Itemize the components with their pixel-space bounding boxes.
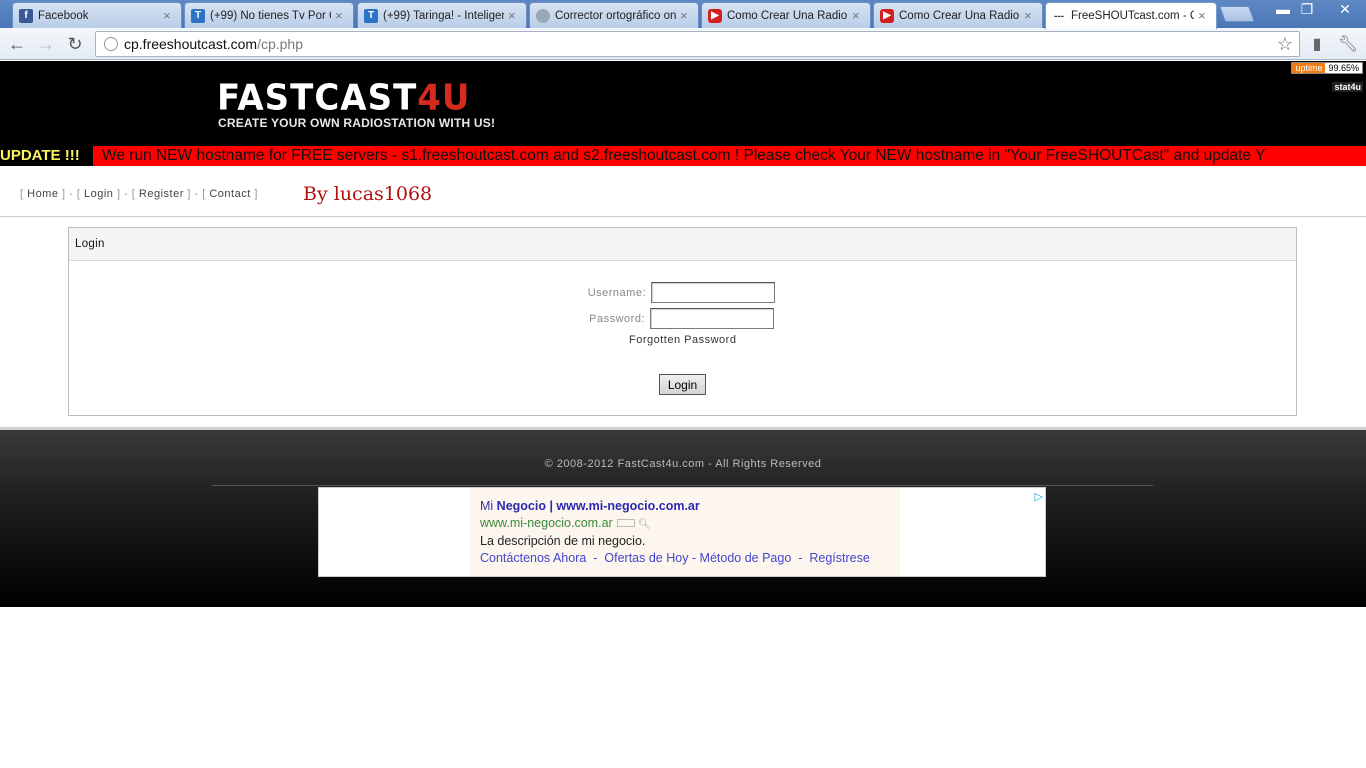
- nav-contact-link[interactable]: Contact: [209, 188, 250, 200]
- nav-home-link[interactable]: Home: [27, 188, 58, 200]
- bookmark-star-icon[interactable]: ☆: [1277, 34, 1293, 55]
- login-panel-title: Login: [69, 228, 1296, 261]
- uptime-value: 99.65%: [1328, 63, 1359, 73]
- youtube-icon: ▶: [880, 8, 894, 23]
- ad-title-plain: Mi: [480, 499, 497, 513]
- tab-facebook[interactable]: f Facebook ×: [12, 2, 182, 28]
- ticker-message: We run NEW hostname for FREE servers - s…: [93, 146, 1366, 166]
- youtube-icon: ▶: [708, 8, 722, 23]
- site-tagline: CREATE YOUR OWN RADIOSTATION WITH US!: [218, 116, 496, 130]
- close-icon[interactable]: ×: [163, 9, 175, 22]
- author-byline: By lucas1068: [303, 183, 433, 205]
- taringa-icon: T: [191, 8, 205, 23]
- uptime-label: uptime: [1292, 63, 1326, 73]
- ticker-label: UPDATE !!!: [0, 146, 93, 166]
- web-page: FASTCAST4U CREATE YOUR OWN RADIOSTATION …: [0, 61, 1366, 768]
- tab-freeshoutcast[interactable]: --- FreeSHOUTcast.com - Co ×: [1045, 2, 1217, 29]
- ad-title-link[interactable]: Mi Negocio | www.mi-negocio.com.ar: [480, 498, 900, 515]
- tab-title: Como Crear Una Radio On: [727, 9, 848, 22]
- login-panel: Login Username: Password: Forgotten Pass…: [68, 227, 1297, 416]
- reload-icon[interactable]: ↻: [64, 33, 86, 55]
- site-footer: © 2008-2012 FastCast4u.com - All Rights …: [0, 427, 1366, 607]
- site-logo[interactable]: FASTCAST4U: [217, 77, 471, 119]
- close-icon[interactable]: ×: [852, 9, 864, 22]
- tab-title: Corrector ortográfico onli: [555, 9, 676, 22]
- tab-title: Facebook: [38, 9, 89, 22]
- back-arrow-icon[interactable]: ←: [6, 33, 28, 55]
- tab-corrector[interactable]: Corrector ortográfico onli ×: [529, 2, 699, 28]
- tab-title: FreeSHOUTcast.com - Co: [1071, 10, 1194, 22]
- forgotten-password-link[interactable]: Forgotten Password: [629, 334, 736, 346]
- ad-description: La descripción de mi negocio.: [480, 534, 646, 548]
- tab-title: (+99) Taringa! - Inteligen: [383, 9, 504, 22]
- minimize-icon[interactable]: ▬: [1270, 0, 1296, 18]
- new-tab-button[interactable]: [1219, 6, 1255, 22]
- window-close-icon[interactable]: ✕: [1330, 0, 1360, 18]
- signal-bars-icon[interactable]: ▮: [1307, 34, 1327, 54]
- news-ticker: UPDATE !!! We run NEW hostname for FREE …: [0, 146, 1366, 166]
- ad-title-bold: Negocio | www.mi-negocio.com.ar: [496, 499, 700, 513]
- ad-url-text: www.mi-negocio.com.ar: [480, 515, 613, 530]
- divider: [0, 216, 1366, 217]
- logo-text: FASTCAST: [217, 77, 418, 119]
- uptime-badge[interactable]: uptime 99.65%: [1291, 62, 1363, 74]
- browser-toolbar: ← → ↻ cp.freeshoutcast.com/cp.php ☆ ▮ 🔧︎: [0, 28, 1366, 60]
- nav-login-link[interactable]: Login: [84, 188, 113, 200]
- username-input[interactable]: [651, 282, 775, 303]
- facebook-icon: f: [19, 8, 33, 23]
- tab-youtube-2[interactable]: ▶ Como Crear Una Radio On ×: [873, 2, 1043, 28]
- footer-divider: [212, 485, 1153, 486]
- dash-icon: ---: [1054, 10, 1064, 22]
- tab-title: Como Crear Una Radio On: [899, 9, 1020, 22]
- address-bar[interactable]: cp.freeshoutcast.com/cp.php ☆: [95, 31, 1300, 57]
- url-host: cp.freeshoutcast.com: [124, 36, 258, 52]
- password-input[interactable]: [650, 308, 774, 329]
- wrench-icon[interactable]: 🔧︎: [1338, 34, 1358, 54]
- adchoices-icon[interactable]: ▷: [1035, 490, 1043, 503]
- close-icon[interactable]: ×: [680, 9, 692, 22]
- tab-youtube-1[interactable]: ▶ Como Crear Una Radio On ×: [701, 2, 871, 28]
- login-button[interactable]: Login: [659, 374, 706, 395]
- logo-accent: 4U: [417, 77, 471, 119]
- password-label: Password:: [589, 313, 645, 325]
- page-icon: [104, 37, 118, 51]
- ad-preview-icon[interactable]: [616, 519, 635, 528]
- ad-banner[interactable]: Mi Negocio | www.mi-negocio.com.ar www.m…: [318, 487, 1046, 577]
- ad-sitelinks[interactable]: Contáctenos Ahora - Ofertas de Hoy - Mét…: [480, 550, 900, 567]
- close-icon[interactable]: ×: [1024, 9, 1036, 22]
- site-header: FASTCAST4U CREATE YOUR OWN RADIOSTATION …: [0, 61, 1366, 146]
- tab-taringa-1[interactable]: T (+99) No tienes Tv Por Ca ×: [184, 2, 354, 28]
- tab-strip: f Facebook × T (+99) No tienes Tv Por Ca…: [0, 0, 1366, 29]
- restore-icon[interactable]: ❐: [1294, 0, 1320, 18]
- forward-arrow-icon[interactable]: →: [35, 33, 57, 55]
- ad-url[interactable]: www.mi-negocio.com.ar 🔍︎: [480, 515, 900, 534]
- stat4u-badge[interactable]: stat4u: [1332, 82, 1363, 92]
- url-path: /cp.php: [257, 36, 303, 52]
- taringa-icon: T: [364, 8, 378, 23]
- top-navigation: [ Home ] - [ Login ] - [ Register ] - [ …: [20, 188, 258, 200]
- copyright-text: © 2008-2012 FastCast4u.com - All Rights …: [544, 458, 822, 470]
- nav-register-link[interactable]: Register: [139, 188, 184, 200]
- close-icon[interactable]: ×: [335, 9, 347, 22]
- tab-title: (+99) No tienes Tv Por Ca: [210, 9, 331, 22]
- close-icon[interactable]: ×: [508, 9, 520, 22]
- close-icon[interactable]: ×: [1198, 9, 1210, 22]
- tab-taringa-2[interactable]: T (+99) Taringa! - Inteligen ×: [357, 2, 527, 28]
- username-label: Username:: [587, 287, 646, 299]
- magnifier-icon[interactable]: 🔍︎: [638, 519, 651, 530]
- globe-icon: [536, 8, 550, 23]
- ad-content: Mi Negocio | www.mi-negocio.com.ar www.m…: [470, 488, 900, 576]
